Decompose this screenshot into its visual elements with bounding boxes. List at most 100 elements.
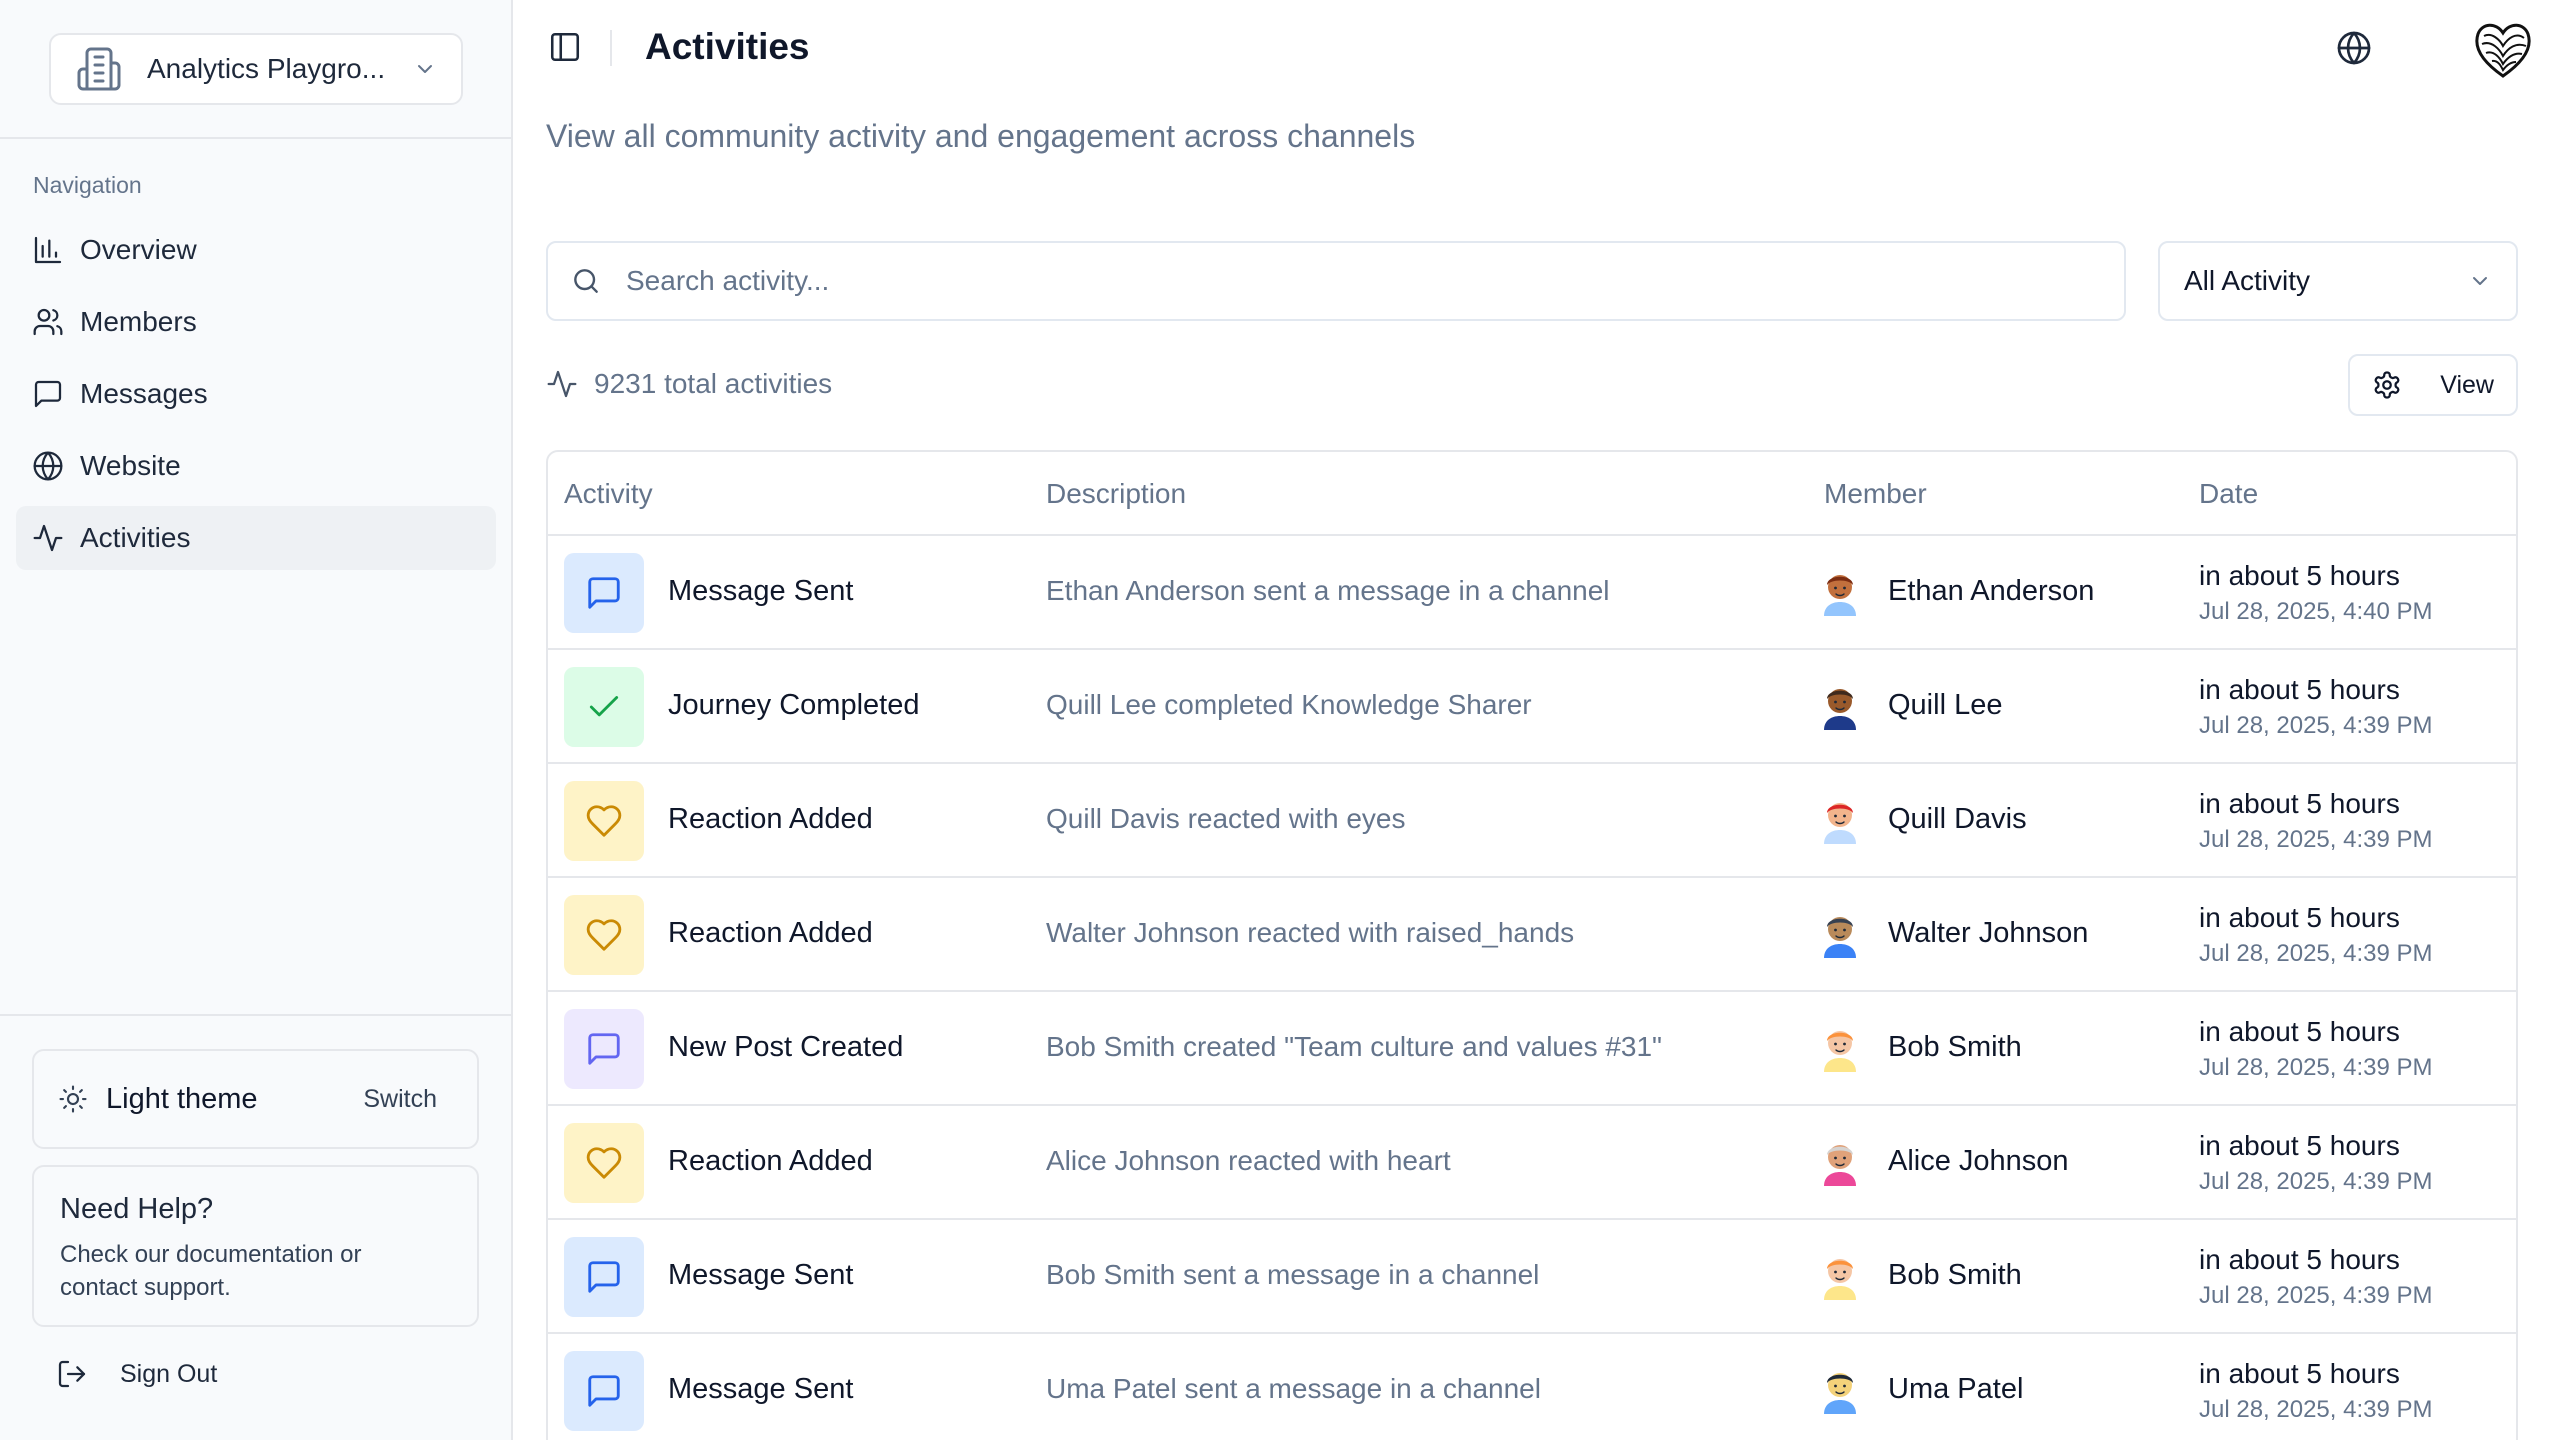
member-name[interactable]: Bob Smith xyxy=(1888,1031,2022,1064)
post-type-badge xyxy=(564,1009,644,1089)
heart-icon xyxy=(586,919,622,951)
sidebar-item-label: Activities xyxy=(80,522,191,553)
avatar[interactable] xyxy=(2470,16,2536,82)
bar-chart-icon xyxy=(34,236,62,264)
relative-time: in about 5 hours xyxy=(2199,1130,2400,1161)
search-input[interactable] xyxy=(626,265,2026,297)
activity-description: Quill Davis reacted with eyes xyxy=(1046,803,1406,834)
search-box[interactable] xyxy=(546,241,2126,321)
sidebar-item-overview[interactable]: Overview xyxy=(16,218,496,282)
table-header: Activity Description Member Date xyxy=(548,452,2516,536)
activity-description: Bob Smith created "Team culture and valu… xyxy=(1046,1031,1662,1062)
help-card: Need Help? Check our documentation or co… xyxy=(32,1165,479,1327)
heart-icon xyxy=(586,1147,622,1179)
building-icon xyxy=(77,47,121,91)
table-row[interactable]: Reaction Added Walter Johnson reacted wi… xyxy=(548,878,2516,992)
activity-type: Reaction Added xyxy=(668,803,873,835)
member-avatar xyxy=(1824,1031,1856,1072)
table-row[interactable]: Message Sent Uma Patel sent a message in… xyxy=(548,1334,2516,1440)
table-row[interactable]: Reaction Added Quill Davis reacted with … xyxy=(548,764,2516,878)
member-name[interactable]: Uma Patel xyxy=(1888,1373,2023,1406)
log-out-icon xyxy=(58,1360,86,1388)
activity-description: Walter Johnson reacted with raised_hands xyxy=(1046,917,1575,948)
page-title: Activities xyxy=(645,26,810,67)
theme-switch-button[interactable]: Switch xyxy=(363,1085,453,1114)
message-square-icon xyxy=(588,577,620,609)
activity-type: Message Sent xyxy=(668,1373,854,1405)
activity-type: Journey Completed xyxy=(668,689,920,721)
member-avatar xyxy=(1824,1373,1856,1414)
message-square-icon xyxy=(588,1375,620,1407)
member-name[interactable]: Bob Smith xyxy=(1888,1259,2022,1292)
activities-table: Activity Description Member Date Message… xyxy=(546,450,2518,1440)
view-options-button[interactable]: View xyxy=(2348,354,2518,416)
activity-type: Message Sent xyxy=(668,1259,854,1291)
msg-type-badge xyxy=(564,553,644,633)
activity-count: 9231 total activities xyxy=(546,368,832,400)
member-name[interactable]: Quill Lee xyxy=(1888,689,2002,722)
theme-label: Light theme xyxy=(106,1082,258,1115)
filter-value: All Activity xyxy=(2184,265,2311,296)
activity-description: Alice Johnson reacted with heart xyxy=(1046,1145,1451,1176)
timestamp: Jul 28, 2025, 4:39 PM xyxy=(2199,1282,2433,1309)
sidebar-item-website[interactable]: Website xyxy=(16,434,496,498)
sidebar-item-label: Messages xyxy=(80,378,208,409)
member-avatar xyxy=(1824,575,1856,616)
header-divider xyxy=(610,30,612,66)
sidebar-item-label: Overview xyxy=(80,234,197,265)
table-row[interactable]: New Post Created Bob Smith created "Team… xyxy=(548,992,2516,1106)
activity-description: Bob Smith sent a message in a channel xyxy=(1046,1259,1540,1290)
react-type-badge xyxy=(564,895,644,975)
relative-time: in about 5 hours xyxy=(2199,1244,2400,1275)
member-name[interactable]: Ethan Anderson xyxy=(1888,575,2094,608)
activity-filter-select[interactable]: All Activity xyxy=(2158,241,2518,321)
member-avatar xyxy=(1824,689,1856,730)
divider xyxy=(0,137,511,139)
table-row[interactable]: Message Sent Ethan Anderson sent a messa… xyxy=(548,536,2516,650)
sign-out-label: Sign Out xyxy=(120,1359,218,1388)
relative-time: in about 5 hours xyxy=(2199,674,2400,705)
sidebar-item-members[interactable]: Members xyxy=(16,290,496,354)
table-body: Message Sent Ethan Anderson sent a messa… xyxy=(548,536,2516,1440)
table-row[interactable]: Reaction Added Alice Johnson reacted wit… xyxy=(548,1106,2516,1220)
help-text: Check our documentation or contact suppo… xyxy=(60,1241,362,1301)
timestamp: Jul 28, 2025, 4:39 PM xyxy=(2199,1054,2433,1081)
message-square-icon xyxy=(588,1261,620,1293)
view-label: View xyxy=(2440,370,2494,399)
globe-icon[interactable] xyxy=(2336,30,2372,66)
activity-type: Message Sent xyxy=(668,575,854,607)
member-avatar xyxy=(1824,1145,1856,1186)
timestamp: Jul 28, 2025, 4:39 PM xyxy=(2199,940,2433,967)
column-header-member: Member xyxy=(1824,478,1927,509)
column-header-description: Description xyxy=(1046,478,1187,509)
member-name[interactable]: Alice Johnson xyxy=(1888,1145,2069,1178)
org-switcher[interactable]: Analytics Playgro... xyxy=(49,33,463,105)
globe-icon xyxy=(33,451,63,481)
heart-icon xyxy=(586,805,622,837)
activity-type: New Post Created xyxy=(668,1031,904,1063)
sidebar-item-messages[interactable]: Messages xyxy=(16,362,496,426)
timestamp: Jul 28, 2025, 4:39 PM xyxy=(2199,1168,2433,1195)
theme-toggle[interactable]: Light theme Switch xyxy=(32,1049,479,1149)
sidebar-item-activities[interactable]: Activities xyxy=(16,506,496,570)
sign-out-button[interactable]: Sign Out xyxy=(56,1358,217,1390)
member-name[interactable]: Quill Davis xyxy=(1888,803,2027,836)
activity-type: Reaction Added xyxy=(668,917,873,949)
table-row[interactable]: Message Sent Bob Smith sent a message in… xyxy=(548,1220,2516,1334)
member-name[interactable]: Walter Johnson xyxy=(1888,917,2088,950)
timestamp: Jul 28, 2025, 4:39 PM xyxy=(2199,712,2433,739)
activity-description: Quill Lee completed Knowledge Sharer xyxy=(1046,689,1532,720)
table-row[interactable]: Journey Completed Quill Lee completed Kn… xyxy=(548,650,2516,764)
done-type-badge xyxy=(564,667,644,747)
timestamp: Jul 28, 2025, 4:39 PM xyxy=(2199,1396,2433,1423)
org-name: Analytics Playgro... xyxy=(147,53,386,84)
relative-time: in about 5 hours xyxy=(2199,1016,2400,1047)
activity-count-text: 9231 total activities xyxy=(594,368,833,399)
sidebar-item-label: Website xyxy=(80,450,181,481)
activity-description: Uma Patel sent a message in a channel xyxy=(1046,1373,1541,1404)
react-type-badge xyxy=(564,781,644,861)
sidebar: Analytics Playgro... Navigation Overview… xyxy=(0,0,513,1440)
sidebar-toggle-icon[interactable] xyxy=(548,30,582,64)
help-title: Need Help? xyxy=(60,1193,214,1225)
member-avatar xyxy=(1824,917,1856,958)
